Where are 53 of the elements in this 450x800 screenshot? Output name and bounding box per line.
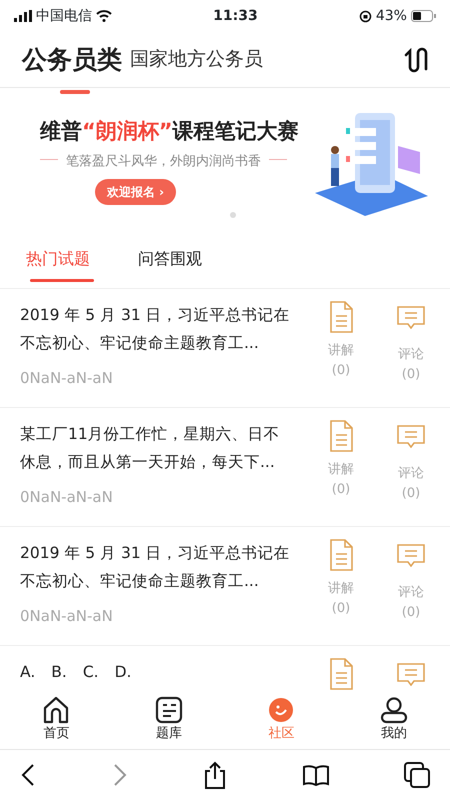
nav-tab[interactable]: 首页 xyxy=(26,696,86,744)
document-icon[interactable] xyxy=(327,539,355,571)
action-label: 评论 xyxy=(398,346,424,364)
action-label: 讲解 xyxy=(328,342,354,360)
banner-title: 维普“朗润杯”课程笔记大赛 xyxy=(40,118,300,145)
question-date: 0NaN-aN-aN xyxy=(20,368,114,389)
carousel-dot[interactable] xyxy=(230,212,236,218)
list-icon xyxy=(154,696,183,724)
comment-icon[interactable] xyxy=(397,543,425,567)
bookmarks-icon[interactable] xyxy=(302,764,328,786)
status-time: 11:33 xyxy=(213,6,258,26)
page-subtitle: 国家地方公务员 xyxy=(130,47,263,72)
wifi-icon xyxy=(96,10,112,22)
question-text[interactable]: 2019 年 5 月 31 日，习近平总书记在不忘初心、牢记使命主题教育工... xyxy=(20,301,290,357)
share-icon[interactable] xyxy=(203,761,227,789)
title-underline xyxy=(60,90,90,94)
battery-icon xyxy=(410,10,436,22)
action-label: 讲解 xyxy=(328,461,354,479)
action-count: (0) xyxy=(402,366,420,384)
banner-slogan: 笔落盈尺斗风华，外朗内润尚书香 xyxy=(66,152,261,170)
comment-icon[interactable] xyxy=(397,305,425,329)
signal-icon xyxy=(14,10,32,22)
action-count: (0) xyxy=(402,604,420,622)
action-label: 讲解 xyxy=(328,580,354,598)
document-icon[interactable] xyxy=(327,301,355,333)
action-count: (0) xyxy=(332,362,350,380)
action-count: (0) xyxy=(402,485,420,503)
home-icon xyxy=(42,696,70,724)
nav-tab[interactable]: 我的 xyxy=(364,696,424,744)
back-icon[interactable] xyxy=(20,763,36,787)
question-date: 0NaN-aN-aN xyxy=(20,487,114,508)
question-text[interactable]: A. B. C. D. xyxy=(20,658,290,686)
battery-percentage: 43% xyxy=(376,6,407,26)
comment-icon[interactable] xyxy=(397,424,425,448)
action-label: 评论 xyxy=(398,465,424,483)
rotation-lock-icon xyxy=(358,10,372,22)
document-icon[interactable] xyxy=(327,420,355,452)
page-title: 公务员类 xyxy=(22,44,122,74)
action-count: (0) xyxy=(332,481,350,499)
question-text[interactable]: 某工厂11月份工作忙，星期六、日不休息，而且从第一天开始，每天下... xyxy=(20,420,290,476)
action-count: (0) xyxy=(332,600,350,618)
switch-icon[interactable] xyxy=(402,46,428,72)
smiley-ball-icon xyxy=(267,696,296,724)
question-text[interactable]: 2019 年 5 月 31 日，习近平总书记在不忘初心、牢记使命主题教育工... xyxy=(20,539,290,595)
tab[interactable]: 问答围观 xyxy=(138,230,202,288)
person-icon xyxy=(380,696,408,724)
carrier-name: 中国电信 xyxy=(36,6,92,26)
comment-icon[interactable] xyxy=(397,662,425,686)
tabs-icon[interactable] xyxy=(404,762,430,788)
nav-tab[interactable]: 题库 xyxy=(138,696,199,744)
action-label: 评论 xyxy=(398,584,424,602)
question-date: 0NaN-aN-aN xyxy=(20,606,114,627)
document-icon[interactable] xyxy=(327,658,355,690)
